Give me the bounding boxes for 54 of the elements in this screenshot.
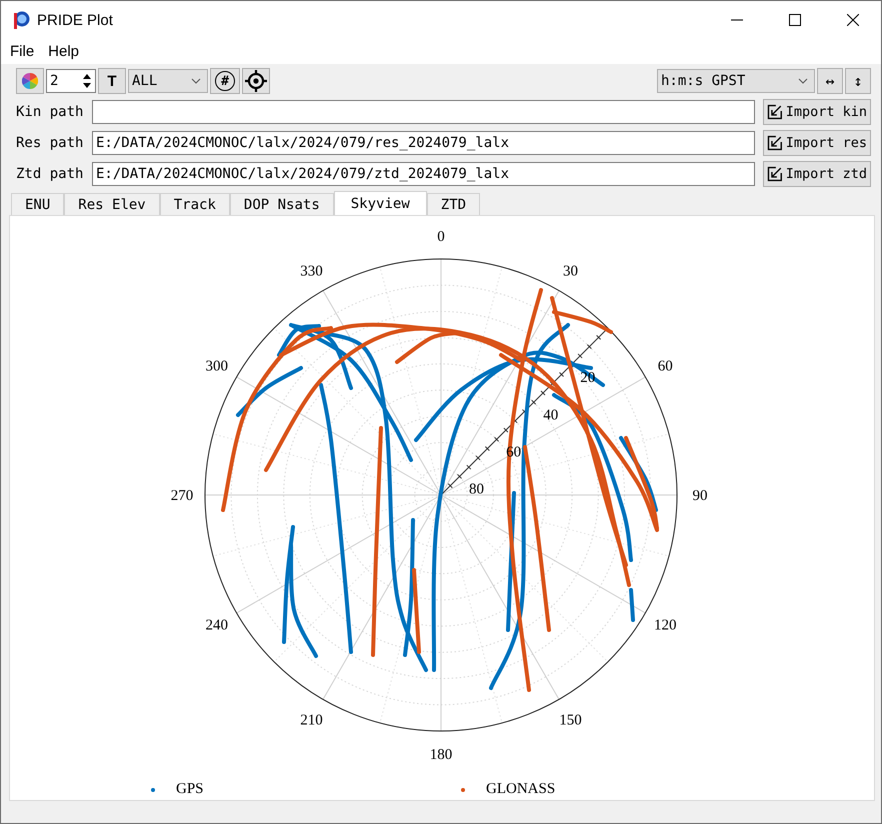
tab[interactable]: DOP Nsats [230,193,334,215]
azimuth-label: 180 [430,747,452,763]
tab[interactable]: Res Elev [64,193,160,215]
path-field[interactable]: E:/DATA/2024CMONOC/lalx/2024/079/res_2024079_lalx [92,130,755,154]
spin-arrows-icon [82,72,92,90]
azimuth-label: 300 [205,358,228,374]
azimuth-label: 0 [437,229,445,245]
close-icon[interactable] [847,14,859,26]
path-label: Res path [16,134,84,150]
legend-label: GPS [176,781,204,798]
azimuth-label: 330 [300,264,323,280]
spin-box[interactable]: 2 [46,69,96,93]
tab[interactable]: ZTD [426,193,480,215]
import-arrow-icon [767,104,783,120]
import-button[interactable]: Import res [763,130,871,156]
tab[interactable]: Skyview [334,191,427,215]
azimuth-label: 270 [170,488,194,504]
menu-item[interactable]: Help [48,43,80,60]
window-title: PRIDE Plot [37,12,113,28]
target-button[interactable] [242,68,270,94]
path-field[interactable]: E:/DATA/2024CMONOC/lalx/2024/079/ztd_2024079_lalx [92,162,755,186]
maximize-icon[interactable] [789,14,801,26]
elevation-label: 80 [469,481,484,498]
azimuth-label: 240 [205,618,228,634]
azimuth-label: 90 [692,488,708,504]
azimuth-label: 60 [658,358,673,374]
color-button[interactable] [16,68,44,94]
legend-label: GLONASS [486,781,556,798]
import-arrow-icon [767,166,783,182]
grid-button[interactable]: # [210,68,240,94]
app-logo-icon [11,10,31,30]
path-label: Ztd path [16,166,84,182]
tab[interactable]: Track [160,193,230,215]
fit-horizontal-button[interactable]: ↔ [817,68,843,94]
azimuth-label: 210 [300,712,323,728]
fit-vertical-button[interactable]: ↕ [845,68,871,94]
time-format-dropdown[interactable]: h:m:s GPST [657,69,815,93]
color-wheel-icon [22,73,38,89]
azimuth-label: 120 [654,618,677,634]
crosshair-icon [245,70,267,92]
azimuth-label: 150 [559,712,582,728]
import-button[interactable]: Import ztd [763,160,871,186]
chevron-down-icon [798,78,808,84]
tab[interactable]: ENU [11,193,64,215]
azimuth-label: 30 [563,264,578,280]
path-label: Kin path [16,104,84,120]
path-field[interactable] [92,100,755,124]
menu-item[interactable]: File [10,43,34,60]
chevron-down-icon [191,78,201,84]
import-arrow-icon [767,134,783,150]
text-button[interactable]: T [98,68,126,94]
import-button[interactable]: Import kin [763,98,871,124]
elevation-label: 40 [543,407,558,424]
system-dropdown[interactable]: ALL [128,69,208,93]
